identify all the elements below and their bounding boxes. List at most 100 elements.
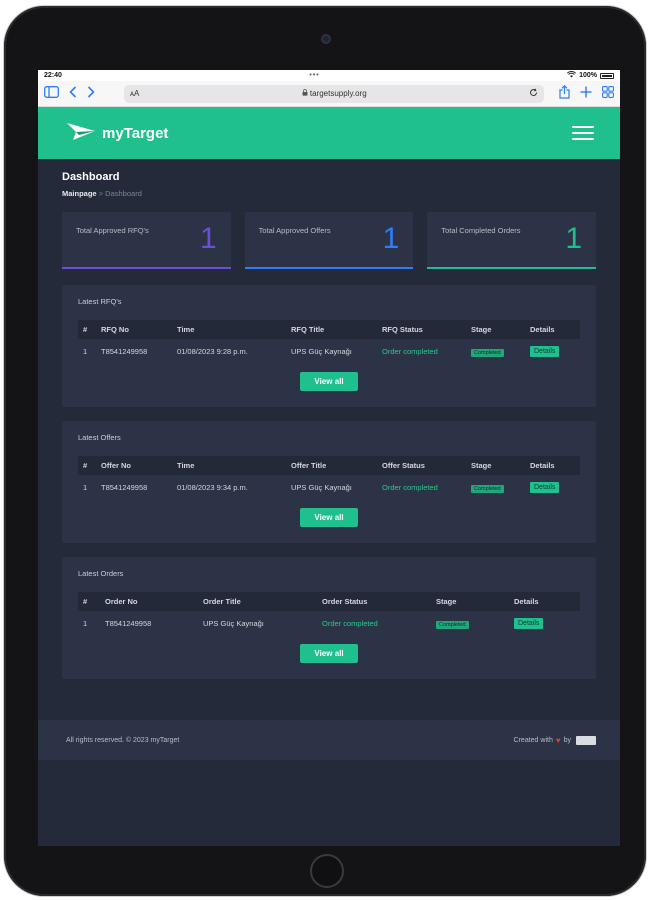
lock-icon [302,89,310,98]
tabs-overview-icon[interactable] [602,86,614,101]
app-header: myTarget [38,107,620,159]
offer-number: T8541249958 [101,483,148,492]
latest-rfqs-panel: Latest RFQ's # RFQ No Time RFQ Title RFQ… [62,285,596,407]
paper-plane-icon [66,120,96,147]
status-bar: 22:40 ••• 100% [38,70,620,81]
menu-icon[interactable] [572,126,594,140]
rfq-time: 01/08/2023 9:28 p.m. [177,347,248,356]
clock: 22:40 [44,72,62,79]
breadcrumb-home[interactable]: Mainpage [62,189,97,198]
by-text: by [563,736,571,744]
column-header: Order Title [203,597,241,606]
page-footer: All rights reserved. © 2023 myTarget Cre… [38,720,620,760]
battery-icon [599,72,614,79]
column-header: Details [530,461,555,470]
column-header: Time [177,325,195,334]
order-number: T8541249958 [105,619,152,628]
main-content: Dashboard Mainpage > Dashboard Total App… [38,159,620,679]
panel-title: Latest Orders [78,569,124,578]
details-button[interactable]: Details [530,346,560,357]
stat-accent-bar [427,267,597,269]
stat-accent-bar [244,267,414,269]
sidebar-icon[interactable] [44,86,59,101]
orders-table: # Order No Order Title Order Status Stag… [78,592,580,636]
breadcrumb-separator: > [98,189,104,198]
reader-settings-button[interactable]: ᴀA [130,89,139,98]
rfq-status: Order completed [382,347,438,356]
panel-title: Latest RFQ's [78,297,122,306]
column-header: Time [177,461,195,470]
stat-label: Total Completed Orders [441,226,521,235]
rfq-number: T8541249958 [101,347,148,356]
tablet-frame: 22:40 ••• 100% ᴀA targetsupply.org myTar… [4,6,646,896]
column-header: Stage [471,461,492,470]
details-button[interactable]: Details [514,618,544,629]
back-icon[interactable] [69,86,77,101]
copyright-text: All rights reserved. © 2023 myTarget [66,736,180,744]
rfqs-table: # RFQ No Time RFQ Title RFQ Status Stage… [78,320,580,364]
screen: 22:40 ••• 100% ᴀA targetsupply.org myTar… [38,70,620,846]
heart-icon: ♥ [555,735,561,745]
view-all-offers-button[interactable]: View all [300,508,358,527]
latest-orders-panel: Latest Orders # Order No Order Title Ord… [62,557,596,679]
table-header-row: # RFQ No Time RFQ Title RFQ Status Stage… [78,320,580,339]
order-status: Order completed [322,619,378,628]
breadcrumb-current: Dashboard [105,189,142,198]
stat-value: 1 [382,222,400,255]
brand-logo[interactable]: myTarget [66,120,168,147]
view-all-orders-button[interactable]: View all [300,644,358,663]
details-button[interactable]: Details [530,482,560,493]
column-header: # [83,597,88,606]
home-button[interactable] [310,854,344,888]
table-header-row: # Offer No Time Offer Title Offer Status… [78,456,580,475]
table-row: 1 T8541249958 01/08/2023 9:28 p.m. UPS G… [78,339,580,364]
row-number: 1 [83,483,88,492]
brand-name: myTarget [102,124,169,142]
url-text: targetsupply.org [309,89,367,98]
table-row: 1 T8541249958 UPS Güç Kaynağı Order comp… [78,611,580,636]
offer-status: Order completed [382,483,438,492]
multitask-dots[interactable]: ••• [309,72,319,79]
column-header: # [83,325,88,334]
created-with-text: Created with [513,736,553,744]
column-header: Offer No [101,461,131,470]
camera [321,34,331,44]
wifi-icon [567,71,577,80]
address-bar[interactable]: ᴀA targetsupply.org [124,84,544,103]
column-header: Details [514,597,539,606]
stats-row: Total Approved RFQ's 1 Total Approved Of… [62,212,597,269]
offer-title: UPS Güç Kaynağı [291,483,352,492]
stat-card-rfqs: Total Approved RFQ's 1 [62,212,231,269]
panel-title: Latest Offers [78,433,121,442]
column-header: Offer Status [382,461,425,470]
stat-label: Total Approved Offers [258,226,331,235]
browser-toolbar: ᴀA targetsupply.org [38,81,620,107]
battery-percent: 100% [579,72,597,79]
column-header: Offer Title [291,461,327,470]
row-number: 1 [83,347,88,356]
column-header: Stage [471,325,492,334]
column-header: Order Status [322,597,368,606]
view-all-rfqs-button[interactable]: View all [300,372,358,391]
stat-value: 1 [199,222,217,255]
latest-offers-panel: Latest Offers # Offer No Time Offer Titl… [62,421,596,543]
breadcrumb: Mainpage > Dashboard [62,189,596,198]
column-header: Stage [436,597,457,606]
stat-value: 1 [565,222,583,255]
offers-table: # Offer No Time Offer Title Offer Status… [78,456,580,500]
column-header: Order No [105,597,138,606]
column-header: # [83,461,88,470]
share-icon[interactable] [559,84,570,102]
rfq-title: UPS Güç Kaynağı [291,347,352,356]
offer-time: 01/08/2023 9:34 p.m. [177,483,248,492]
stat-card-orders: Total Completed Orders 1 [427,212,597,269]
column-header: RFQ Title [291,325,325,334]
column-header: RFQ No [101,325,129,334]
forward-icon[interactable] [87,86,95,101]
stage-badge: Completed [436,620,469,629]
new-tab-icon[interactable] [580,86,592,101]
reload-icon[interactable] [529,88,538,99]
column-header: RFQ Status [382,325,423,334]
row-number: 1 [83,619,88,628]
studio-logo[interactable] [576,735,596,745]
